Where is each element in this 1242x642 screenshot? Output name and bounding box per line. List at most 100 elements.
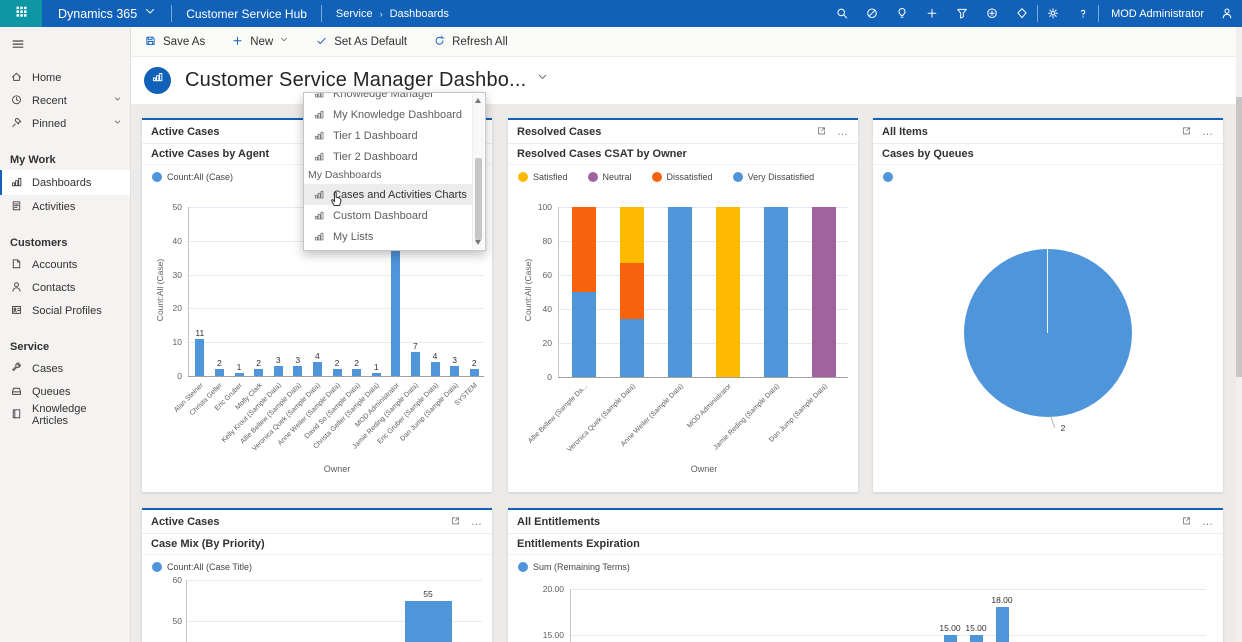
user-menu[interactable]: MOD Administrator bbox=[1099, 8, 1212, 20]
bar-allie-bellew-sample-data-[interactable] bbox=[293, 366, 302, 376]
bar-david-so-sample-data-[interactable] bbox=[352, 369, 361, 376]
refresh-all-button[interactable]: Refresh All bbox=[433, 35, 508, 48]
bar-veronica-quek-sample-data-[interactable] bbox=[313, 362, 322, 376]
segment-dissatisfied[interactable] bbox=[620, 263, 644, 319]
circle-plus-icon[interactable] bbox=[977, 0, 1007, 27]
segment-very-dissatisfied[interactable] bbox=[668, 207, 692, 377]
sidebar-item-queues[interactable]: Queues bbox=[0, 380, 130, 403]
brand-switcher[interactable]: Dynamics 365 bbox=[42, 5, 171, 22]
funnel-icon[interactable] bbox=[947, 0, 977, 27]
chevron-down-icon[interactable] bbox=[113, 118, 122, 130]
sidebar-item-home[interactable]: Home bbox=[0, 66, 130, 89]
segment-very-dissatisfied[interactable] bbox=[572, 292, 596, 377]
sidebar-item-social-profiles[interactable]: Social Profiles bbox=[0, 299, 130, 322]
bar-entitlement[interactable] bbox=[996, 607, 1009, 642]
pie-slice[interactable] bbox=[964, 249, 1132, 417]
gridline bbox=[188, 275, 484, 276]
bar-dan-jump-sample-data-[interactable] bbox=[450, 366, 459, 376]
sidebar-item-activities[interactable]: Activities bbox=[0, 195, 130, 218]
sidebar-item-recent[interactable]: Recent bbox=[0, 89, 130, 112]
gridline bbox=[558, 309, 848, 310]
sidebar-item-accounts[interactable]: Accounts bbox=[0, 253, 130, 276]
expand-icon[interactable] bbox=[450, 516, 461, 527]
flyout-item-tier-1-dashboard[interactable]: Tier 1 Dashboard bbox=[304, 125, 473, 146]
card-more-button[interactable]: … bbox=[1202, 128, 1214, 136]
flyout-item-label: Tier 1 Dashboard bbox=[333, 130, 418, 142]
bar-value-label: 2 bbox=[345, 358, 369, 368]
breadcrumb-item-service[interactable]: Service bbox=[336, 8, 373, 20]
diamond-icon[interactable] bbox=[1007, 0, 1037, 27]
bar-molly-clark[interactable] bbox=[254, 369, 263, 376]
sidebar-item-dashboards[interactable]: Dashboards bbox=[0, 170, 130, 195]
flyout-item-my-knowledge-dashboard[interactable]: My Knowledge Dashboard bbox=[304, 104, 473, 125]
bar-jamie-reding-sample-data-[interactable] bbox=[411, 352, 420, 376]
pie-label-leader bbox=[1050, 415, 1055, 428]
dashboard-selector-chevron[interactable] bbox=[536, 71, 549, 89]
chevron-down-icon[interactable] bbox=[113, 95, 122, 107]
app-name[interactable]: Customer Service Hub bbox=[172, 7, 321, 21]
help-icon[interactable] bbox=[1068, 0, 1098, 27]
card-more-button[interactable]: … bbox=[1202, 518, 1214, 526]
bar-entitlement[interactable] bbox=[944, 635, 957, 642]
new-button[interactable]: New bbox=[231, 35, 289, 48]
plus-icon[interactable] bbox=[917, 0, 947, 27]
sitemap-toggle-button[interactable] bbox=[0, 27, 130, 66]
bar-value-label: 7 bbox=[403, 341, 427, 351]
legend-dot bbox=[652, 172, 662, 182]
bar-entitlement[interactable] bbox=[970, 635, 983, 642]
segment-very-dissatisfied[interactable] bbox=[764, 207, 788, 377]
circle-slash-icon[interactable] bbox=[857, 0, 887, 27]
bar-kelly-krout-sample-data-[interactable] bbox=[274, 366, 283, 376]
waffle-menu-button[interactable] bbox=[0, 0, 42, 27]
bar-christa-geller-sample-data-[interactable] bbox=[372, 373, 381, 376]
bar-value-label: 4 bbox=[305, 351, 329, 361]
scroll-up-arrow[interactable] bbox=[475, 98, 481, 103]
gear-icon[interactable] bbox=[1038, 0, 1068, 27]
sidebar-item-knowledge-articles[interactable]: Knowledge Articles bbox=[0, 403, 130, 426]
card-more-button[interactable]: … bbox=[837, 128, 849, 136]
legend-label: Count:All (Case) bbox=[167, 172, 233, 182]
expand-icon[interactable] bbox=[1181, 126, 1192, 137]
sidebar-item-pinned[interactable]: Pinned bbox=[0, 112, 130, 135]
person-icon[interactable] bbox=[1212, 0, 1242, 27]
scrollbar-thumb[interactable] bbox=[1236, 97, 1242, 377]
segment-satisfied[interactable] bbox=[620, 207, 644, 263]
sidebar-item-contacts[interactable]: Contacts bbox=[0, 276, 130, 299]
scrollbar-thumb[interactable] bbox=[475, 158, 482, 240]
expand-icon[interactable] bbox=[816, 126, 827, 137]
chart-title: Case Mix (By Priority) bbox=[142, 534, 492, 555]
segment-dissatisfied[interactable] bbox=[572, 207, 596, 292]
breadcrumb-item-dashboards[interactable]: Dashboards bbox=[390, 8, 449, 20]
chevron-down-icon[interactable] bbox=[279, 35, 289, 48]
chart-title: Resolved Cases CSAT by Owner bbox=[508, 144, 858, 165]
sidebar-item-label: Pinned bbox=[32, 118, 66, 130]
flyout-item-tier-2-dashboard[interactable]: Tier 2 Dashboard bbox=[304, 146, 473, 167]
flyout-item-label: Custom Dashboard bbox=[333, 210, 428, 222]
bar-system[interactable] bbox=[470, 369, 479, 376]
card-title: Active Cases bbox=[151, 516, 220, 528]
segment-very-dissatisfied[interactable] bbox=[620, 319, 644, 377]
set-as-default-button[interactable]: Set As Default bbox=[315, 35, 407, 48]
page-scrollbar[interactable] bbox=[1236, 27, 1242, 642]
bar-mod-administrator[interactable] bbox=[391, 234, 400, 376]
segment-neutral[interactable] bbox=[812, 207, 836, 377]
lightbulb-icon[interactable] bbox=[887, 0, 917, 27]
bar-eric-gruber-sample-data-[interactable] bbox=[431, 362, 440, 376]
search-icon[interactable] bbox=[827, 0, 857, 27]
flyout-scrollbar[interactable] bbox=[472, 94, 484, 249]
bar-anne-weiler-sample-data-[interactable] bbox=[333, 369, 342, 376]
segment-satisfied[interactable] bbox=[716, 207, 740, 377]
bar-priority[interactable] bbox=[405, 601, 452, 642]
save-as-button[interactable]: Save As bbox=[144, 35, 205, 48]
sidebar-item-cases[interactable]: Cases bbox=[0, 357, 130, 380]
flyout-item-knowledge-manager[interactable]: Knowledge Manager bbox=[304, 93, 473, 104]
card-more-button[interactable]: … bbox=[471, 518, 483, 526]
bar-alan-steiner[interactable] bbox=[195, 339, 204, 376]
flyout-item-my-lists[interactable]: My Lists bbox=[304, 226, 473, 247]
scroll-down-arrow[interactable] bbox=[475, 240, 481, 245]
x-axis-label: Molly Clark bbox=[185, 382, 263, 460]
expand-icon[interactable] bbox=[1181, 516, 1192, 527]
legend-label: Sum (Remaining Terms) bbox=[533, 562, 630, 572]
bar-eric-gruber[interactable] bbox=[235, 373, 244, 376]
bar-christa-geller[interactable] bbox=[215, 369, 224, 376]
